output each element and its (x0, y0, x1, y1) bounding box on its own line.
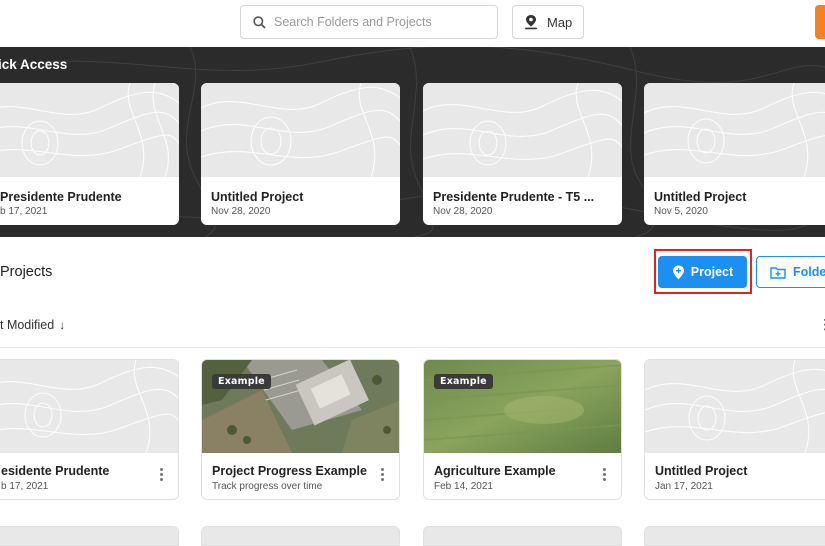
quick-access-panel: ick Access Presidente Prudente b 17, 202… (0, 47, 825, 237)
folder-plus-icon (770, 266, 786, 279)
divider (0, 347, 825, 348)
card-title: Project Progress Example (212, 464, 367, 478)
card-date: Nov 28, 2020 (433, 206, 493, 217)
card-date: Jan 17, 2021 (655, 481, 713, 492)
card-date: b 17, 2021 (1, 481, 49, 492)
upgrade-button[interactable] (815, 5, 825, 39)
project-card[interactable]: Example Project Progress Example Track p… (201, 359, 400, 500)
project-card-partial[interactable] (201, 526, 400, 546)
card-thumbnail (201, 83, 400, 177)
example-badge: Example (434, 374, 493, 389)
new-project-label: Project (690, 265, 734, 279)
quick-access-card[interactable]: Presidente Prudente - T5 ... Nov 28, 202… (423, 83, 622, 225)
new-folder-button[interactable]: Folde (756, 256, 825, 288)
search-input[interactable] (274, 15, 494, 29)
top-bar: Map (0, 0, 825, 47)
new-folder-label: Folde (793, 265, 825, 279)
arrow-down-icon: ↓ (59, 318, 66, 332)
card-title: Untitled Project (655, 464, 748, 478)
map-button[interactable]: Map (512, 5, 584, 39)
card-thumbnail: Example (202, 360, 399, 453)
card-subtitle: Track progress over time (212, 481, 323, 492)
card-thumbnail: Example (424, 360, 621, 453)
card-title: Untitled Project (211, 190, 304, 204)
card-date: Nov 5, 2020 (654, 206, 708, 217)
card-thumbnail (644, 83, 825, 177)
card-date: Feb 14, 2021 (434, 481, 493, 492)
project-card[interactable]: Untitled Project Jan 17, 2021 (644, 359, 825, 500)
card-title: Presidente Prudente - T5 ... (433, 190, 595, 204)
quick-access-card[interactable]: Presidente Prudente b 17, 2021 (0, 83, 179, 225)
project-card-partial[interactable] (423, 526, 622, 546)
map-pin-plus-icon (672, 265, 684, 279)
card-menu-icon[interactable] (377, 468, 387, 481)
card-date: Nov 28, 2020 (211, 206, 271, 217)
card-title: Presidente Prudente (0, 190, 122, 204)
example-badge: Example (212, 374, 271, 389)
card-thumbnail (0, 360, 178, 453)
projects-title: Projects (0, 264, 53, 280)
card-thumbnail (0, 83, 179, 177)
card-thumbnail (645, 360, 825, 453)
sort-dropdown[interactable]: t Modified ↓ (0, 318, 65, 332)
project-card[interactable]: esidente Prudente b 17, 2021 (0, 359, 179, 500)
card-menu-icon[interactable] (599, 468, 609, 481)
sort-label: t Modified (0, 318, 55, 332)
map-pin-icon (525, 15, 537, 30)
card-thumbnail (423, 83, 622, 177)
project-card[interactable]: Example Agriculture Example Feb 14, 2021 (423, 359, 622, 500)
card-menu-icon[interactable] (156, 468, 166, 481)
quick-access-title: ick Access (0, 57, 68, 72)
more-options-icon[interactable]: ⋮ (818, 316, 825, 333)
project-card-partial[interactable] (0, 526, 179, 546)
card-title: esidente Prudente (1, 464, 110, 478)
project-card-partial[interactable] (644, 526, 825, 546)
quick-access-card[interactable]: Untitled Project Nov 5, 2020 (644, 83, 825, 225)
card-title: Untitled Project (654, 190, 747, 204)
new-project-button[interactable]: Project (658, 256, 747, 288)
quick-access-card[interactable]: Untitled Project Nov 28, 2020 (201, 83, 400, 225)
card-title: Agriculture Example (434, 464, 556, 478)
card-date: b 17, 2021 (0, 206, 48, 217)
search-box[interactable] (240, 5, 498, 39)
search-icon (253, 15, 266, 29)
map-button-label: Map (547, 14, 573, 30)
